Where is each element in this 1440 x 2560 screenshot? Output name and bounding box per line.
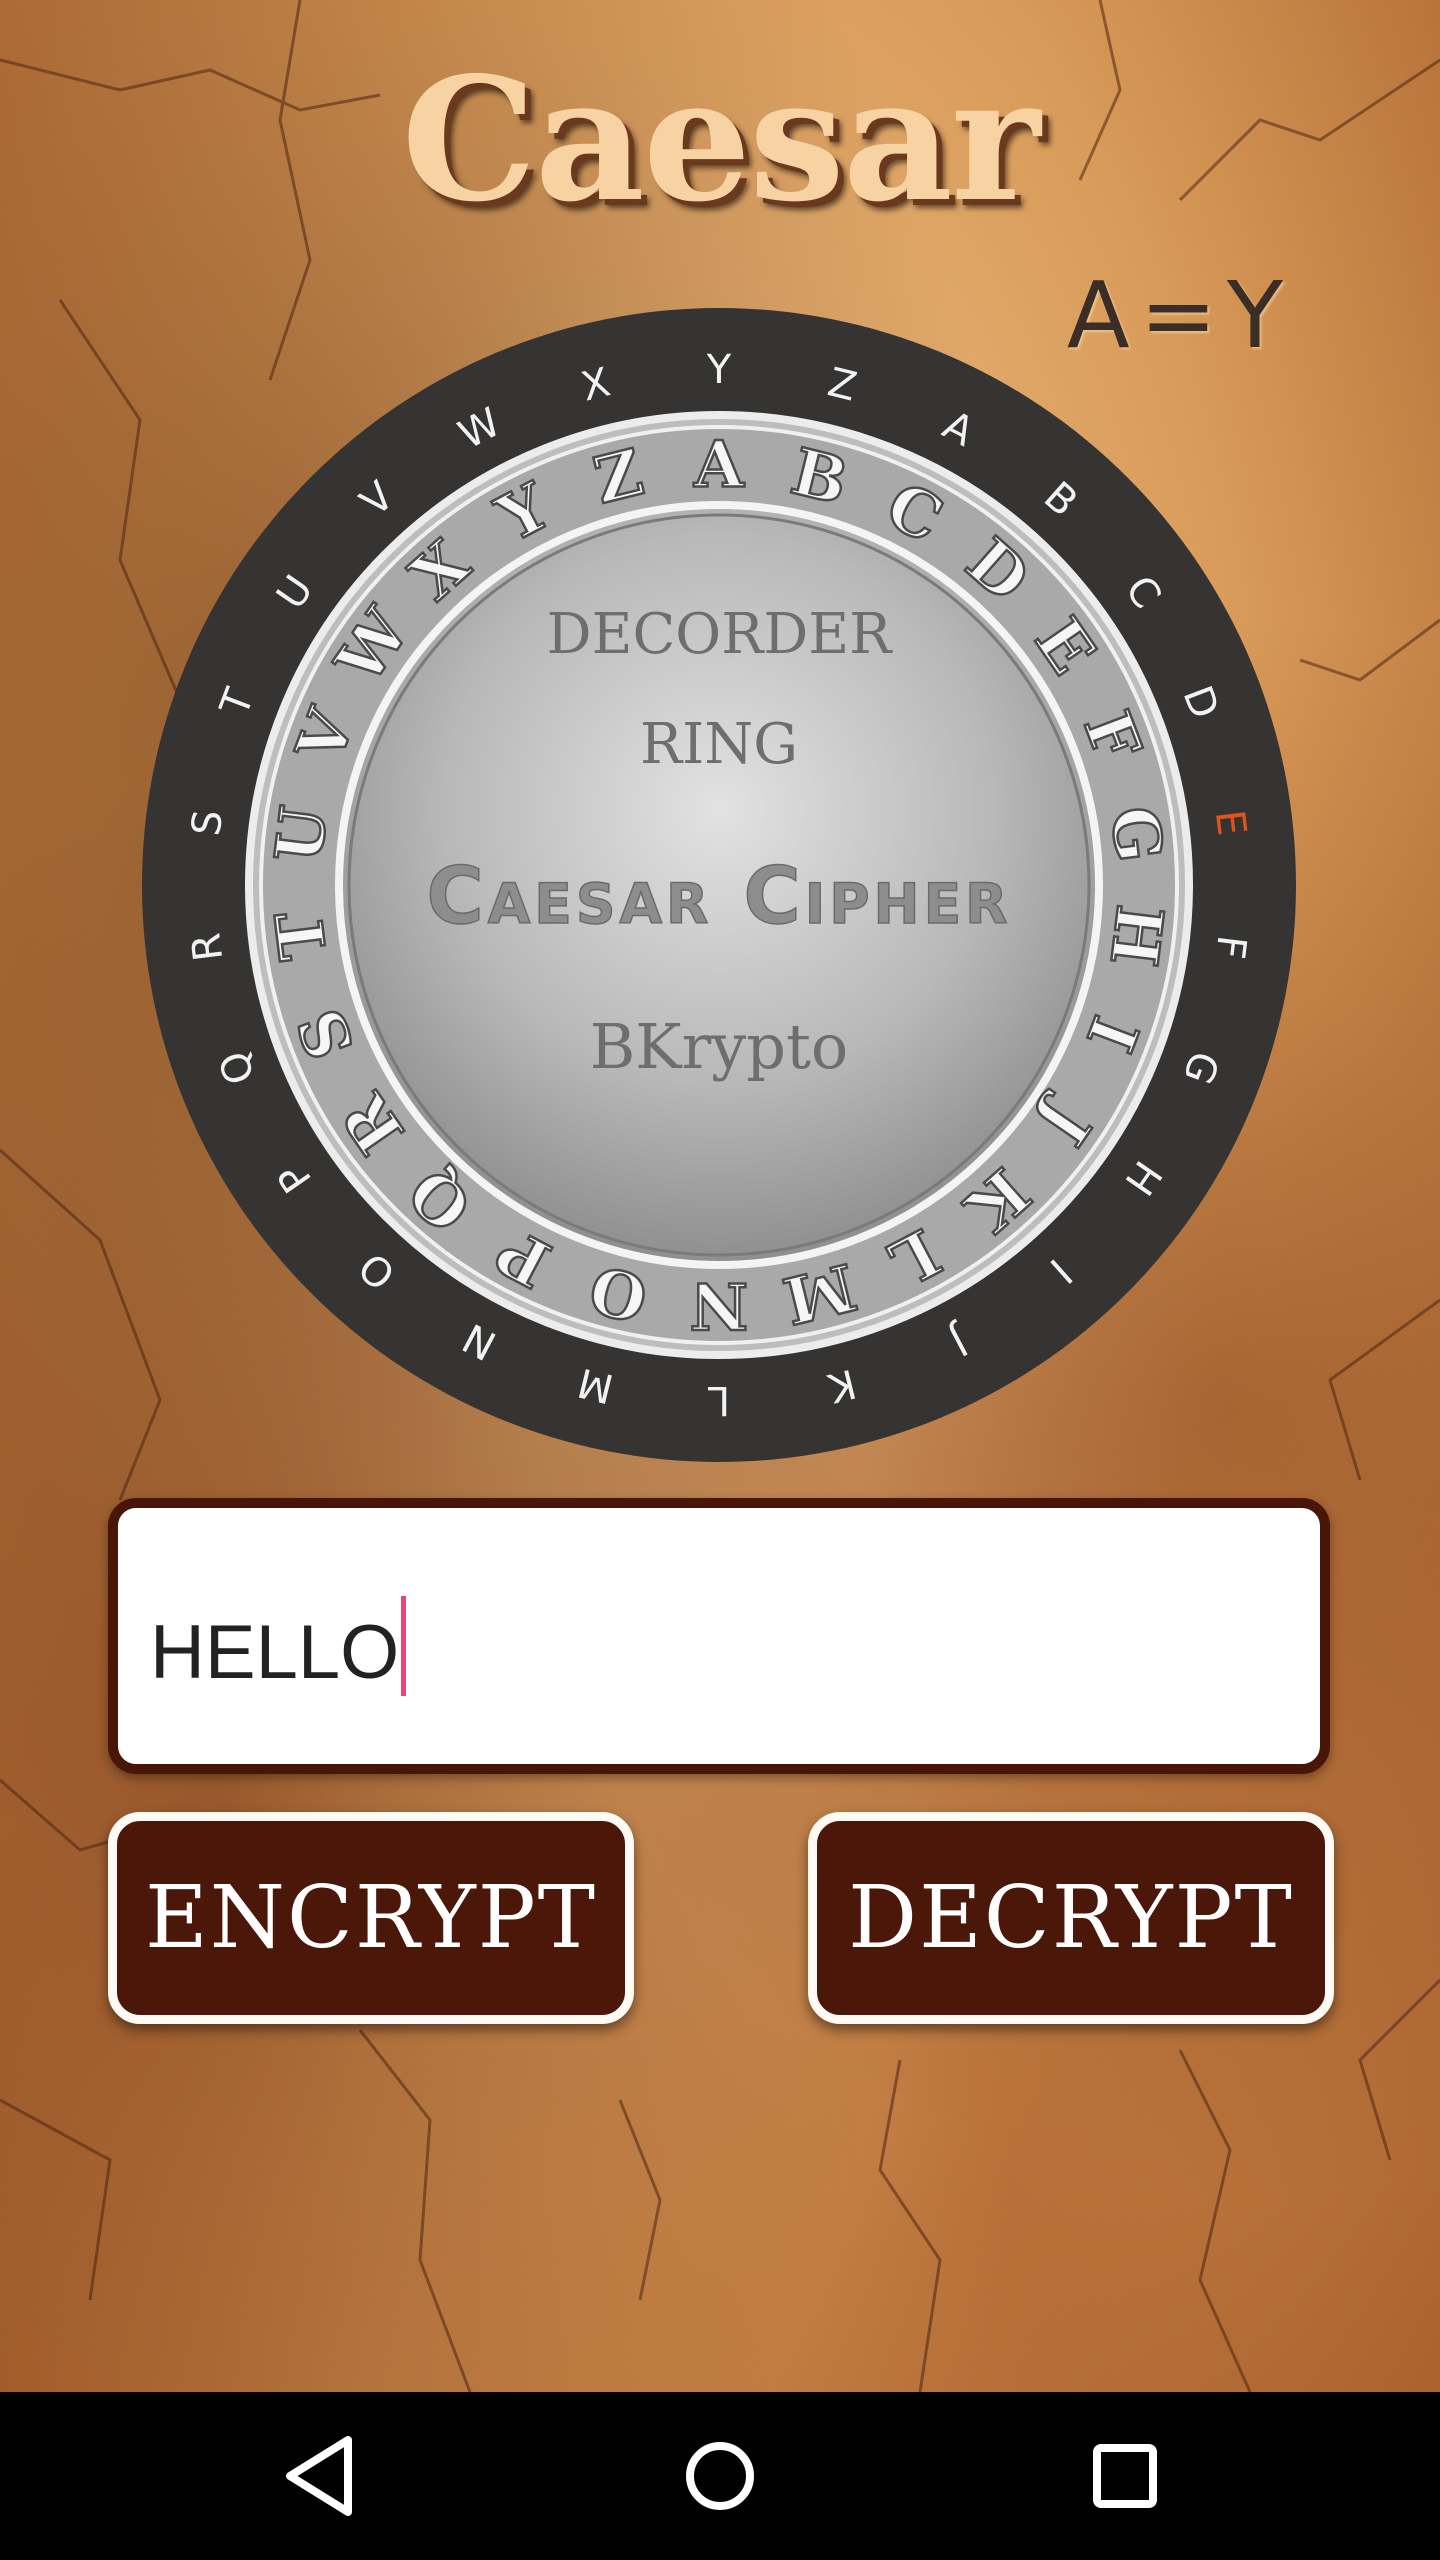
inner-letter-a: A [693,428,745,503]
center-line-caesar-cipher: Caesar Cipher [426,852,1011,942]
inner-letter-h: H [1095,901,1177,970]
center-line-bkrypto: BKrypto [590,1010,848,1083]
recents-square-icon[interactable] [1075,2426,1175,2526]
inner-letter-n: N [690,1268,749,1343]
outer-letter-y: Y [706,347,732,393]
inner-letter-t: T [262,907,342,963]
message-input[interactable]: HELLO [108,1498,1330,1774]
cipher-wheel[interactable]: Y ZABCDEFGHIJKLMNOPQRSTUVWX A B CDEFGHIJKLM… [142,308,1296,1462]
outer-letter-r: R [183,931,232,964]
inner-letter-g: G [1095,803,1176,866]
encrypt-button[interactable]: ENCRYPT [108,1812,634,2024]
text-caret [401,1596,407,1696]
android-navigation-bar [0,2392,1440,2560]
home-circle-icon[interactable] [670,2426,770,2526]
app-title: Caesar [401,40,1040,240]
message-input-value: HELLO [150,1610,400,1695]
back-triangle-icon[interactable] [270,2426,370,2526]
decrypt-button[interactable]: DECRYPT [808,1812,1334,2024]
message-input-text[interactable]: HELLO [150,1596,407,1696]
center-line-ring: RING [640,712,798,777]
center-line-decorder: DECORDER [547,602,893,667]
inner-letter-u: U [262,802,343,866]
outer-letter-l: L [707,1377,730,1423]
